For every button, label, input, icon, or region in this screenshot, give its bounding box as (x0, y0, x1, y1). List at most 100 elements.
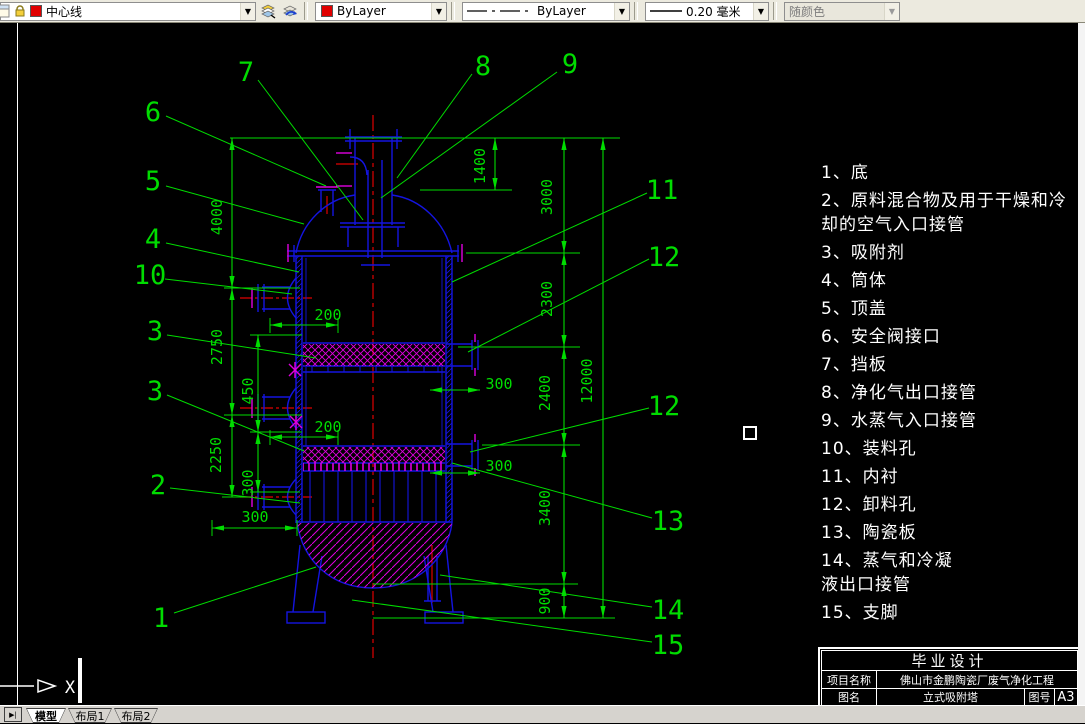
dim-3400: 3400 (536, 490, 554, 526)
layer-color-swatch (30, 5, 42, 17)
lineweight-sample-icon (650, 10, 682, 12)
dim-4000: 4000 (208, 199, 226, 235)
dim-900: 900 (536, 587, 554, 614)
color-combo-arrow[interactable]: ▼ (431, 2, 446, 20)
tab-layout2-label: 布局2 (115, 709, 157, 722)
tab-layout2[interactable]: 布局2 (114, 708, 158, 723)
callout-3a: 3 (147, 316, 163, 347)
linetype-value: ByLayer (537, 4, 586, 18)
right-scrollbar-strip[interactable] (1078, 22, 1085, 705)
tab-nav-button[interactable]: ▶| (4, 707, 22, 722)
drawing-no-label: 图号 (1024, 689, 1054, 705)
parts-list-item: 8、净化气出口接管 (821, 383, 977, 403)
title-block: 毕业设计 项目名称 佛山市金鹏陶瓷厂废气净化工程 图名 立式吸附塔 图号 A3 (818, 647, 1081, 709)
drawing-name-value: 立式吸附塔 (876, 689, 1024, 705)
ucs-icon: X (0, 678, 76, 698)
wall-hatch-left (296, 256, 302, 523)
callout-13: 13 (652, 506, 685, 537)
lineweight-value: 0.20 毫米 (686, 4, 741, 19)
drawing-no-value: A3 (1054, 689, 1077, 705)
bed2-teeth (303, 463, 445, 471)
callout-6: 6 (145, 97, 161, 128)
parts-list-item: 7、挡板 (821, 355, 887, 375)
adsorbent-bed-1 (303, 344, 445, 366)
parts-list-item: 5、顶盖 (821, 299, 887, 319)
parts-list-item: 3、吸附剂 (821, 243, 905, 263)
ucs-y-axis-bar (78, 658, 82, 703)
parts-list-item: 4、筒体 (821, 271, 887, 291)
dim-2750: 2750 (208, 329, 226, 365)
toolbar-separator (773, 2, 777, 20)
dim-1400: 1400 (471, 148, 489, 184)
layer-freeze-icon (0, 4, 11, 18)
autocad-window: { "toolbar": { "layer_name": "中心线", "col… (0, 0, 1085, 723)
callout-7: 7 (238, 57, 254, 88)
canvas-left-separator (17, 22, 18, 705)
callout-1: 1 (153, 603, 169, 634)
plot-style-combo-arrow: ▼ (884, 2, 899, 20)
layer-combo-arrow[interactable]: ▼ (240, 2, 255, 20)
current-color-swatch (321, 5, 333, 17)
layer-previous-button[interactable] (280, 2, 300, 21)
parts-list: 1、底 2、原料混合物及用于干燥和冷 却的空气入口接管 3、吸附剂 4、筒体 5… (821, 161, 1081, 629)
callout-12a: 12 (648, 242, 681, 273)
parts-list-item: 10、装料孔 (821, 439, 917, 459)
parts-list-item: 12、卸料孔 (821, 495, 917, 515)
toolbar-separator (304, 2, 308, 20)
lineweight-combo-arrow[interactable]: ▼ (753, 2, 768, 20)
ucs-x-label: X (65, 678, 76, 698)
parts-list-item: 11、内衬 (821, 467, 899, 487)
make-object-layer-current-button[interactable] (258, 2, 278, 21)
parts-list-item: 6、安全阀接口 (821, 327, 941, 347)
grid-ticks (311, 366, 439, 372)
title-block-title: 毕业设计 (822, 651, 1077, 671)
dim-2300: 2300 (538, 281, 556, 317)
toolbar-separator (634, 2, 638, 20)
tab-model-label: 模型 (27, 709, 65, 722)
plot-style-combo: 随颜色 ▼ (784, 1, 900, 21)
callout-8: 8 (475, 51, 491, 82)
tab-layout1-label: 布局1 (69, 709, 111, 722)
layer-combo[interactable]: 中心线 ▼ (0, 1, 256, 21)
color-combo[interactable]: ByLayer ▼ (315, 1, 447, 21)
callout-10: 10 (134, 260, 167, 291)
adsorbent-bed-2 (303, 447, 445, 463)
project-name-value: 佛山市金鹏陶瓷厂废气净化工程 (876, 671, 1077, 688)
callout-2: 2 (150, 470, 166, 501)
layer-name: 中心线 (46, 4, 83, 19)
tab-model[interactable]: 模型 (26, 708, 66, 723)
parts-list-item: 1、底 (821, 163, 869, 183)
linetype-combo-arrow[interactable]: ▼ (614, 2, 629, 20)
toolbar-separator (451, 2, 455, 20)
parts-list-item: 9、水蒸气入口接管 (821, 411, 977, 431)
dim-12000: 12000 (578, 358, 596, 403)
dim-200-a: 200 (314, 306, 341, 324)
callout-9: 9 (562, 49, 578, 80)
dim-2400: 2400 (536, 375, 554, 411)
dim-300-c: 300 (241, 508, 268, 526)
lineweight-combo[interactable]: 0.20 毫米 ▼ (645, 1, 769, 21)
layout-tab-bar: ▶| 模型 布局1 布局2 (0, 705, 1085, 723)
linetype-combo[interactable]: ByLayer ▼ (462, 1, 630, 21)
layer-lock-icon (13, 4, 27, 18)
dim-200-b: 200 (314, 418, 341, 436)
dim-450: 450 (239, 377, 257, 404)
plot-style-value: 随颜色 (789, 4, 826, 19)
tab-layout1[interactable]: 布局1 (68, 708, 112, 723)
layer-previous-icon (283, 5, 297, 17)
callout-12b: 12 (648, 391, 681, 422)
callout-11: 11 (646, 175, 679, 206)
make-layer-current-icon (261, 4, 276, 19)
crosshair-pickbox-cursor (743, 426, 757, 440)
project-name-label: 项目名称 (827, 673, 871, 687)
parts-list-item: 15、支脚 (821, 603, 899, 623)
callout-5: 5 (145, 166, 161, 197)
dim-300-left: 300 (239, 469, 257, 496)
bottom-head-hatch (297, 523, 452, 588)
callout-3b: 3 (147, 376, 163, 407)
dim-300-b: 300 (485, 457, 512, 475)
drawing-name-label: 图名 (838, 691, 860, 704)
callout-4: 4 (145, 224, 161, 255)
dim-300-a: 300 (485, 375, 512, 393)
dim-3000: 3000 (538, 179, 556, 215)
